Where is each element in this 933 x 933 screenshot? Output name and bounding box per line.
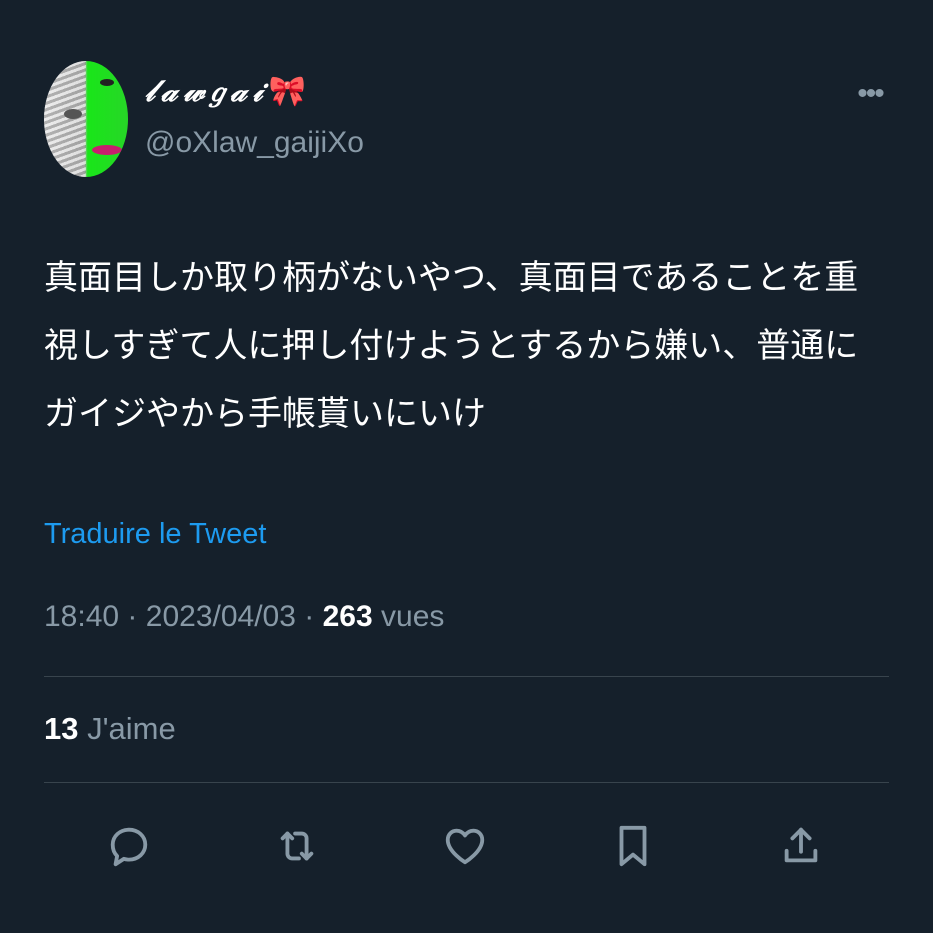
reply-icon <box>110 827 148 867</box>
user-handle[interactable]: @oXlaw_gaijiXo <box>145 126 364 160</box>
translate-tweet-link[interactable]: Traduire le Tweet <box>44 518 266 551</box>
tweet-meta: 18:40 · 2023/04/03 · 263 vues <box>44 600 444 634</box>
likes-label: J'aime <box>87 711 176 746</box>
reply-button[interactable] <box>102 818 156 874</box>
share-icon <box>784 827 818 863</box>
tweet-date[interactable]: 2023/04/03 <box>146 600 296 633</box>
tweet-time[interactable]: 18:40 <box>44 600 119 633</box>
avatar[interactable] <box>44 61 128 177</box>
bookmark-button[interactable] <box>606 818 660 874</box>
avatar-eye <box>100 79 114 86</box>
retweet-icon <box>280 831 314 861</box>
likes-stat[interactable]: 13 J'aime <box>44 711 176 747</box>
avatar-eye-left <box>64 109 82 119</box>
retweet-button[interactable] <box>270 818 324 874</box>
meta-separator: · <box>127 600 138 633</box>
divider <box>44 676 889 677</box>
display-name[interactable]: 𝓁𝒶𝓌𝑔𝒶𝒾🎀 <box>145 74 306 109</box>
tweet-text: 真面目しか取り柄がないやつ、真面目であることを重視しすぎて人に押し付けようとする… <box>44 258 859 434</box>
like-icon <box>445 828 485 865</box>
bow-emoji: 🎀 <box>268 74 306 109</box>
views-count: 263 <box>322 600 373 633</box>
divider <box>44 782 889 783</box>
like-button[interactable] <box>438 818 492 874</box>
views-label: vues <box>381 600 445 633</box>
avatar-hair <box>44 61 86 177</box>
likes-count: 13 <box>44 711 79 746</box>
display-name-text: 𝓁𝒶𝓌𝑔𝒶𝒾 <box>145 74 269 109</box>
more-options-icon[interactable]: ••• <box>852 79 888 109</box>
bookmark-icon <box>619 825 647 867</box>
share-button[interactable] <box>774 818 828 874</box>
meta-separator: · <box>304 600 315 633</box>
avatar-mouth <box>92 145 122 155</box>
